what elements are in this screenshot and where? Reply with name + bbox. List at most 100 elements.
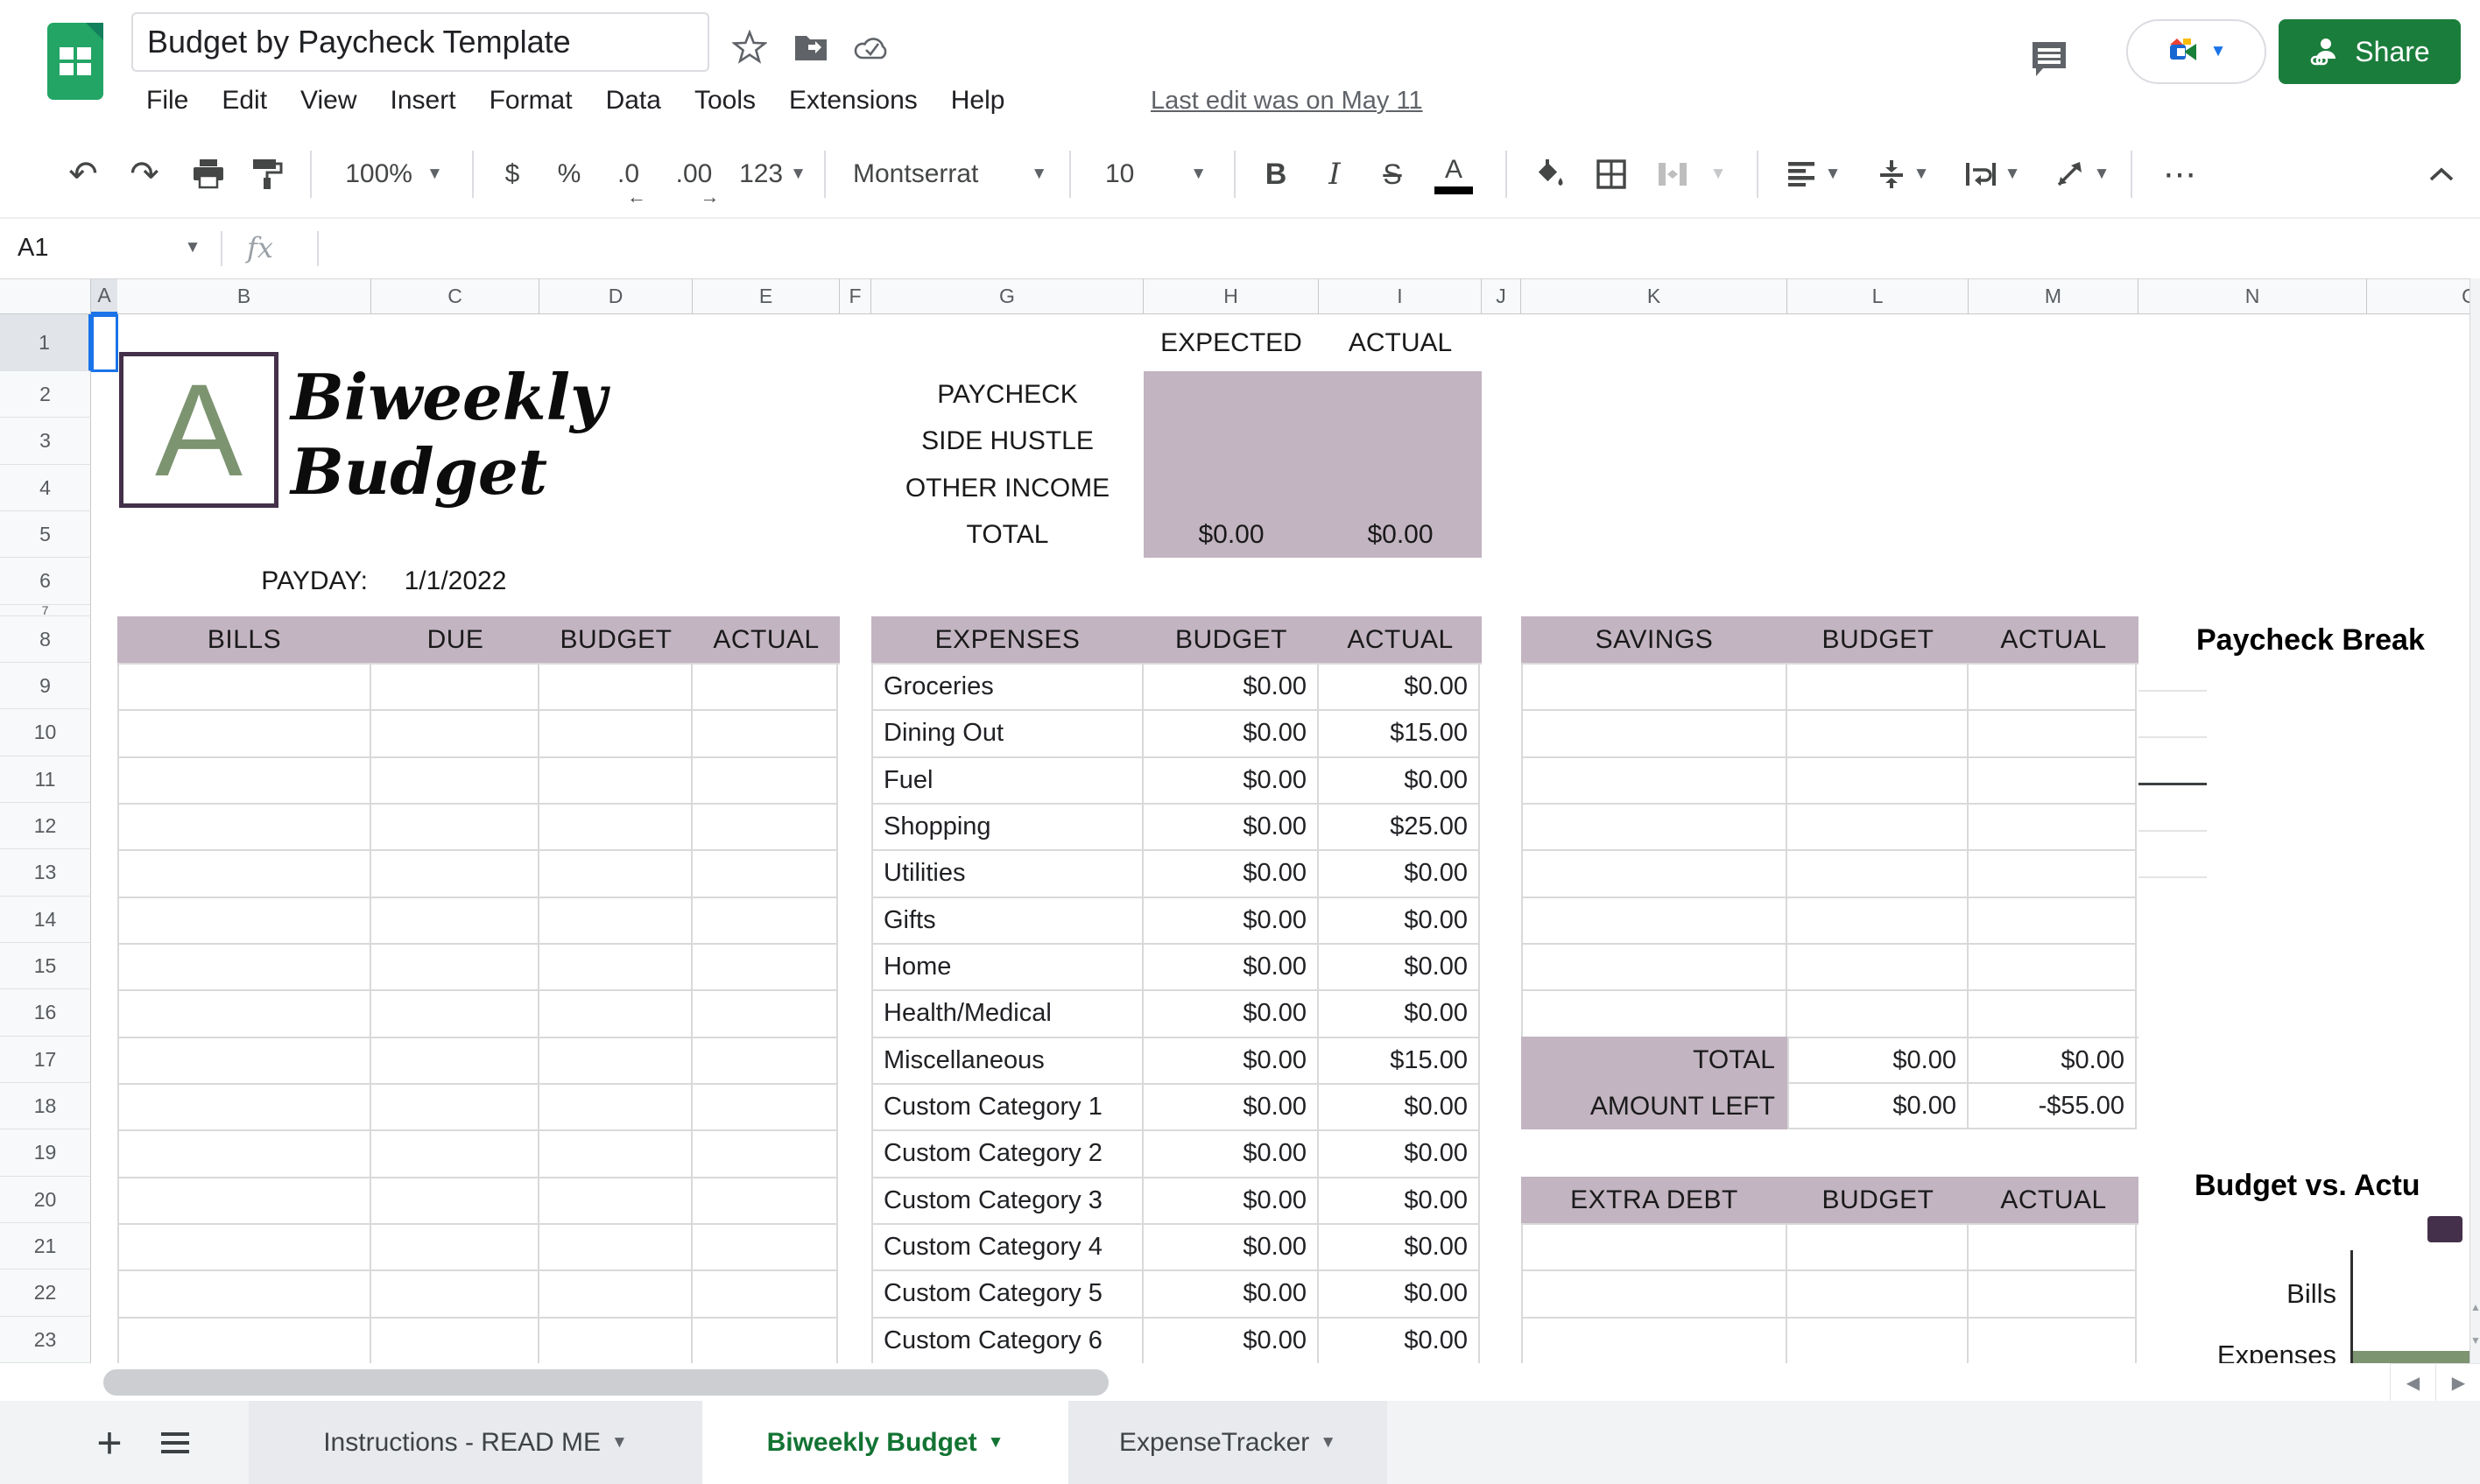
- empty-cell[interactable]: [119, 991, 371, 1038]
- expense-budget-cell[interactable]: $0.00: [1144, 1271, 1319, 1319]
- row-header-22[interactable]: 22: [0, 1269, 91, 1317]
- empty-cell[interactable]: [1523, 757, 1787, 805]
- savings-total-actual-cell[interactable]: $0.00: [1969, 1038, 2137, 1084]
- expense-name-cell[interactable]: Fuel: [873, 757, 1144, 805]
- empty-cell[interactable]: [1969, 665, 2137, 712]
- column-header-B[interactable]: B: [117, 278, 371, 314]
- column-header-M[interactable]: M: [1969, 278, 2138, 314]
- empty-cell[interactable]: [539, 897, 693, 945]
- empty-cell[interactable]: [539, 1178, 693, 1225]
- row-header-11[interactable]: 11: [0, 756, 91, 803]
- row-header-3[interactable]: 3: [0, 418, 91, 465]
- empty-cell[interactable]: [539, 1131, 693, 1178]
- expense-budget-cell[interactable]: $0.00: [1144, 944, 1319, 992]
- expense-name-cell[interactable]: Custom Category 3: [873, 1178, 1144, 1225]
- row-header-6[interactable]: 6: [0, 558, 91, 605]
- fill-color-icon[interactable]: [1520, 131, 1580, 217]
- expense-name-cell[interactable]: Custom Category 5: [873, 1271, 1144, 1319]
- row-header-8[interactable]: 8: [0, 616, 91, 663]
- menu-format[interactable]: Format: [473, 86, 589, 116]
- tab-expense-tracker[interactable]: ExpenseTracker ▼: [1068, 1401, 1387, 1484]
- expense-actual-cell[interactable]: $0.00: [1319, 757, 1480, 805]
- empty-cell[interactable]: [119, 851, 371, 898]
- vscroll-down-arrow[interactable]: ▼: [2470, 1334, 2480, 1347]
- expense-actual-cell[interactable]: $0.00: [1319, 1224, 1480, 1272]
- expense-name-cell[interactable]: Custom Category 2: [873, 1131, 1144, 1178]
- last-edit-link[interactable]: Last edit was on May 11: [1151, 74, 1423, 128]
- empty-cell[interactable]: [1787, 944, 1969, 992]
- empty-cell[interactable]: [1523, 851, 1787, 898]
- row-header-4[interactable]: 4: [0, 465, 91, 511]
- row-header-2[interactable]: 2: [0, 371, 91, 418]
- column-header-A[interactable]: A: [91, 278, 118, 314]
- strikethrough-icon[interactable]: S: [1364, 131, 1420, 217]
- empty-cell[interactable]: [1969, 897, 2137, 945]
- column-header-E[interactable]: E: [693, 278, 840, 314]
- row-header-1[interactable]: 1: [0, 314, 91, 371]
- empty-cell[interactable]: [371, 711, 539, 758]
- add-sheet-button[interactable]: +: [83, 1401, 136, 1484]
- empty-cell[interactable]: [539, 991, 693, 1038]
- paycheck-breakdown-title[interactable]: Paycheck Break: [2196, 623, 2480, 658]
- share-button[interactable]: Share: [2279, 19, 2461, 84]
- row-header-9[interactable]: 9: [0, 663, 91, 709]
- merge-cells-icon[interactable]: [1643, 131, 1702, 217]
- menu-view[interactable]: View: [284, 86, 373, 116]
- empty-cell[interactable]: [119, 1131, 371, 1178]
- payday-label-cell[interactable]: PAYDAY:: [117, 558, 368, 605]
- menu-tools[interactable]: Tools: [678, 86, 772, 116]
- expense-budget-cell[interactable]: $0.00: [1144, 1318, 1319, 1365]
- expense-name-cell[interactable]: Utilities: [873, 851, 1144, 898]
- name-box[interactable]: A1: [18, 219, 48, 277]
- document-title-input[interactable]: Budget by Paycheck Template: [131, 12, 709, 72]
- format-percent-icon[interactable]: %: [543, 131, 595, 217]
- empty-cell[interactable]: [371, 1131, 539, 1178]
- column-header-J[interactable]: J: [1482, 278, 1521, 314]
- expense-actual-cell[interactable]: $0.00: [1319, 1178, 1480, 1225]
- italic-icon[interactable]: I: [1307, 131, 1363, 217]
- expense-actual-cell[interactable]: $0.00: [1319, 1318, 1480, 1365]
- row-header-15[interactable]: 15: [0, 943, 91, 989]
- undo-icon[interactable]: ↶: [53, 131, 114, 217]
- empty-cell[interactable]: [1969, 851, 2137, 898]
- empty-cell[interactable]: [1523, 804, 1787, 852]
- print-icon[interactable]: [180, 131, 237, 217]
- empty-cell[interactable]: [539, 1084, 693, 1132]
- redo-icon[interactable]: ↷: [114, 131, 175, 217]
- empty-cell[interactable]: [539, 1271, 693, 1319]
- empty-cell[interactable]: [693, 1271, 838, 1319]
- text-rotation-icon[interactable]: ▼: [2039, 131, 2126, 217]
- row-header-20[interactable]: 20: [0, 1177, 91, 1223]
- meet-button[interactable]: ▼: [2126, 19, 2266, 84]
- empty-cell[interactable]: [539, 804, 693, 852]
- empty-cell[interactable]: [119, 1178, 371, 1225]
- empty-cell[interactable]: [539, 711, 693, 758]
- menu-edit[interactable]: Edit: [205, 86, 284, 116]
- empty-cell[interactable]: [1969, 711, 2137, 758]
- empty-cell[interactable]: [1523, 944, 1787, 992]
- income-label-side-hustle[interactable]: SIDE HUSTLE: [871, 418, 1144, 465]
- empty-cell[interactable]: [539, 1037, 693, 1085]
- empty-cell[interactable]: [693, 944, 838, 992]
- expense-actual-cell[interactable]: $25.00: [1319, 804, 1480, 852]
- format-currency-icon[interactable]: $: [486, 131, 539, 217]
- row-header-19[interactable]: 19: [0, 1129, 91, 1177]
- empty-cell[interactable]: [119, 1271, 371, 1319]
- expense-actual-cell[interactable]: $0.00: [1319, 1084, 1480, 1132]
- empty-cell[interactable]: [693, 897, 838, 945]
- empty-cell[interactable]: [371, 1037, 539, 1085]
- column-header-I[interactable]: I: [1319, 278, 1482, 314]
- savings-total-label-cell[interactable]: TOTAL: [1521, 1037, 1787, 1083]
- expense-name-cell[interactable]: Shopping: [873, 804, 1144, 852]
- empty-cell[interactable]: [371, 757, 539, 805]
- scroll-right-button[interactable]: ▶: [2435, 1363, 2480, 1403]
- expense-name-cell[interactable]: Custom Category 1: [873, 1084, 1144, 1132]
- empty-cell[interactable]: [371, 944, 539, 992]
- empty-cell[interactable]: [1523, 1318, 1787, 1365]
- expenses-table-header[interactable]: EXPENSES BUDGET ACTUAL: [871, 616, 1482, 663]
- menu-file[interactable]: File: [130, 86, 205, 116]
- expense-budget-cell[interactable]: $0.00: [1144, 1131, 1319, 1178]
- zoom-select[interactable]: 100% ▼: [328, 131, 460, 217]
- empty-cell[interactable]: [693, 711, 838, 758]
- savings-amount-left-label-cell[interactable]: AMOUNT LEFT: [1521, 1083, 1787, 1129]
